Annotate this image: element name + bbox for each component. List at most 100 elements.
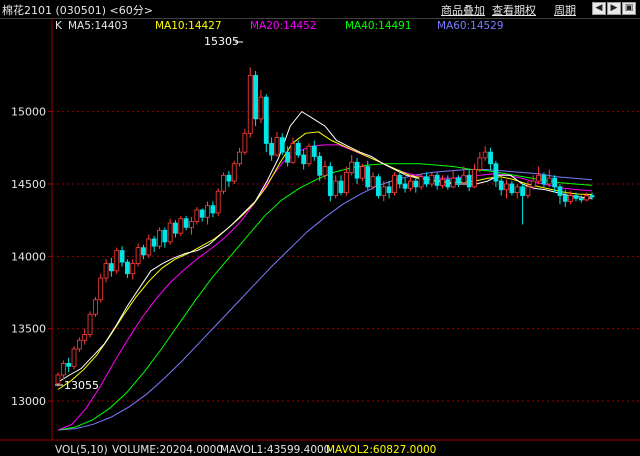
price-grid xyxy=(48,18,640,440)
candle-body xyxy=(557,186,563,196)
prev-arrow-icon[interactable]: ◀ xyxy=(592,2,606,15)
candle-body xyxy=(338,180,344,194)
candle-body xyxy=(173,222,178,234)
candle-body xyxy=(263,96,269,144)
volume-legend: VOL(5,10) VOLUME:20204.0000 MAVOL1:43599… xyxy=(55,444,436,456)
candle-body xyxy=(375,176,381,196)
mavol1-value: MAVOL1:43599.4000 xyxy=(220,444,330,456)
candle-body xyxy=(440,179,445,186)
candle-body xyxy=(151,238,157,247)
candle-body xyxy=(343,171,349,194)
candle-body xyxy=(119,250,125,263)
candle-body xyxy=(221,174,226,192)
candle-body xyxy=(450,177,456,188)
window-toggle-icon[interactable]: ▣ xyxy=(622,2,636,15)
candle-body xyxy=(253,75,258,120)
candle-body xyxy=(295,143,301,156)
candle-body xyxy=(231,163,237,182)
candle-body xyxy=(125,261,130,275)
candle-body xyxy=(109,263,114,272)
candle-body xyxy=(386,186,392,194)
candle-body xyxy=(301,154,307,165)
candle-body xyxy=(493,163,499,182)
ma40-line xyxy=(57,163,593,431)
candle-body xyxy=(530,180,536,188)
candle-body xyxy=(274,137,280,156)
candle-body xyxy=(482,151,488,159)
candle-body xyxy=(327,166,333,196)
candle-body xyxy=(509,183,515,194)
legend-ma60: MA60:14529 xyxy=(437,20,504,32)
ma-legend: K MA5:14403 MA10:14427 MA20:14452 MA40:1… xyxy=(55,20,504,32)
candle-body xyxy=(488,151,493,165)
candle-body xyxy=(258,96,264,120)
candle-body xyxy=(71,348,77,367)
candle-body xyxy=(311,145,317,157)
y-axis-ticks: 15000 14500 14000 13500 13000 xyxy=(11,106,46,408)
candle-body xyxy=(429,174,435,185)
candle-body xyxy=(397,174,403,185)
candle-body xyxy=(98,277,104,301)
candle-body xyxy=(477,157,483,170)
y-tick-label: 13500 xyxy=(11,323,46,336)
candle-body xyxy=(370,176,376,188)
candle-body xyxy=(322,166,328,176)
candle-body xyxy=(349,161,355,173)
y-tick-label: 14000 xyxy=(11,250,46,263)
instrument-title: 棉花2101 (030501) <60分> xyxy=(2,4,153,17)
overlay-commodity-link[interactable]: 商品叠加 xyxy=(441,2,485,18)
candle-body xyxy=(141,247,146,256)
legend-k: K xyxy=(55,20,63,32)
candle-body xyxy=(135,247,141,264)
legend-ma5: MA5:14403 xyxy=(68,20,128,32)
moving-average-lines xyxy=(57,110,593,431)
candle-body xyxy=(541,174,547,185)
ma60-line xyxy=(57,169,593,431)
candle-body xyxy=(413,180,419,188)
candle-body xyxy=(381,186,387,196)
chart-header-bar: 棉花2101 (030501) <60分> 商品叠加 查看期权 周期 ◀ ▶ ▣ xyxy=(0,0,640,19)
candle-body xyxy=(183,218,189,228)
next-arrow-icon[interactable]: ▶ xyxy=(607,2,621,15)
view-options-link[interactable]: 查看期权 xyxy=(492,2,536,18)
candle-body xyxy=(82,334,88,341)
candle-body xyxy=(418,176,424,188)
candle-body xyxy=(146,238,152,256)
candle-body xyxy=(279,137,285,153)
candle-body xyxy=(130,263,136,275)
candle-body xyxy=(584,195,590,201)
candle-body xyxy=(114,250,120,272)
candle-body xyxy=(589,195,595,198)
vol-label: VOL(5,10) xyxy=(55,444,108,456)
candle-body xyxy=(269,143,275,156)
candle-body xyxy=(456,177,461,183)
candle-body xyxy=(536,174,541,182)
candle-body xyxy=(87,313,93,335)
candle-body xyxy=(189,221,194,228)
candle-body xyxy=(365,166,371,188)
candle-body xyxy=(205,205,210,218)
period-link[interactable]: 周期 xyxy=(554,2,576,18)
mavol2-value: MAVOL2:60827.0000 xyxy=(326,444,436,456)
candle-body xyxy=(472,169,477,188)
candle-body xyxy=(285,151,291,163)
candle-body xyxy=(317,156,323,176)
candle-body xyxy=(525,186,531,196)
candle-body xyxy=(498,180,504,191)
candle-body xyxy=(237,151,242,165)
candlesticks xyxy=(55,67,595,387)
candle-body xyxy=(461,174,467,183)
candle-body xyxy=(402,183,408,189)
candle-body xyxy=(562,195,568,202)
candle-body xyxy=(520,186,525,196)
candle-body xyxy=(392,174,397,194)
legend-ma10: MA10:14427 xyxy=(155,20,222,32)
y-tick-label: 15000 xyxy=(11,106,46,119)
candle-body xyxy=(359,166,365,179)
candle-body xyxy=(210,205,216,214)
candle-body xyxy=(354,161,360,179)
candle-body xyxy=(568,195,574,202)
y-tick-label: 13000 xyxy=(11,395,46,408)
candle-body xyxy=(162,229,168,243)
candle-body xyxy=(92,299,98,315)
